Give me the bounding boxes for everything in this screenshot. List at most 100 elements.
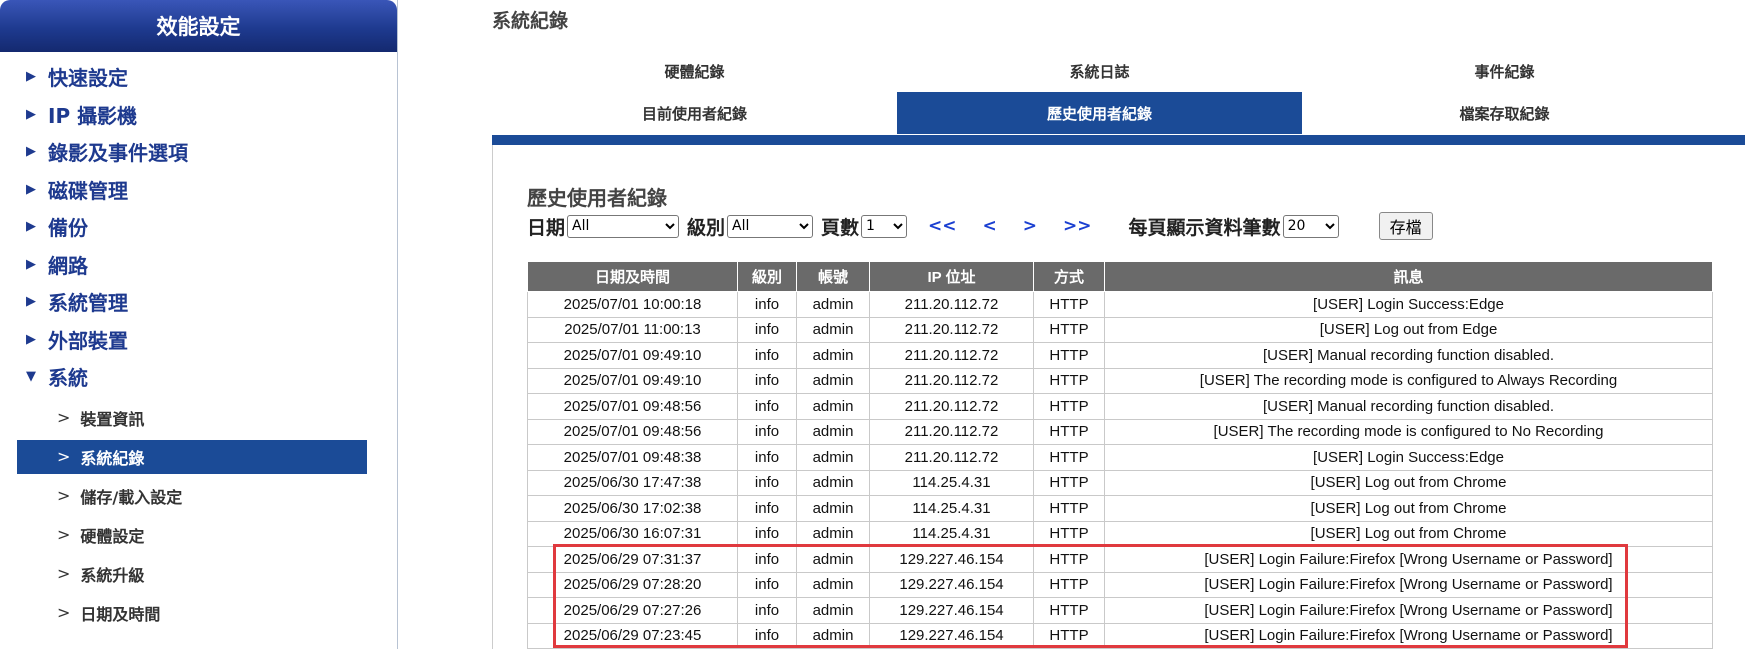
sidebar-item-backup[interactable]: ▶ 備份 bbox=[0, 208, 397, 246]
column-header-method: 方式 bbox=[1033, 261, 1105, 292]
first-page-link[interactable]: << bbox=[928, 216, 957, 236]
cell-level: info bbox=[737, 469, 797, 496]
prev-page-link[interactable]: < bbox=[983, 216, 997, 236]
cell-datetime: 2025/06/29 07:27:26 bbox=[527, 597, 738, 624]
sidebar-menu: ▶ 快速設定 ▶ IP 攝影機 ▶ 錄影及事件選項 ▶ 磁碟管理 ▶ 備份 ▶ 網路 ▶ 系統… bbox=[0, 58, 397, 396]
cell-message: [USER] Login Failure:Firefox [Wrong User… bbox=[1104, 571, 1713, 598]
table-row: 2025/06/29 07:31:37 info admin 129.227.46.1… bbox=[527, 546, 1713, 573]
sidebar-subitem-label: 裝置資訊 bbox=[80, 409, 145, 429]
cell-method: HTTP bbox=[1033, 291, 1105, 318]
cell-datetime: 2025/06/29 07:31:37 bbox=[527, 546, 738, 573]
page-select[interactable]: 1 bbox=[861, 214, 908, 238]
sidebar-subitem-label: 系統紀錄 bbox=[80, 448, 145, 468]
sidebar-item-label: 系統管理 bbox=[48, 291, 128, 316]
per-page-label: 每頁顯示資料筆數 bbox=[1128, 216, 1281, 239]
sidebar-subitem-label: 日期及時間 bbox=[80, 604, 161, 624]
sidebar-submenu: > 裝置資訊 > 系統紀錄 > 儲存/載入設定 > 硬體設定 > 系統升級 > 日期及時間 bbox=[0, 401, 397, 630]
cell-ip: 211.20.112.72 bbox=[869, 393, 1034, 420]
cell-message: [USER] Login Success:Edge bbox=[1104, 291, 1713, 318]
cell-ip: 211.20.112.72 bbox=[869, 316, 1034, 343]
cell-ip: 129.227.46.154 bbox=[869, 571, 1034, 598]
cell-account: admin bbox=[796, 520, 870, 547]
sidebar-item-label: IP 攝影機 bbox=[48, 103, 138, 128]
sidebar-subitem-system-upgrade[interactable]: > 系統升級 bbox=[17, 557, 367, 591]
table-row: 2025/06/30 16:07:31 info admin 114.25.4.31 H… bbox=[527, 520, 1713, 547]
tab-hardware-log[interactable]: 硬體紀錄 bbox=[492, 50, 897, 92]
cell-account: admin bbox=[796, 571, 870, 598]
table-row: 2025/07/01 09:48:56 info admin 211.20.112.7… bbox=[527, 418, 1713, 445]
tab-current-user-log[interactable]: 目前使用者紀錄 bbox=[492, 92, 897, 134]
sidebar-subitem-date-time[interactable]: > 日期及時間 bbox=[17, 596, 367, 630]
cell-level: info bbox=[737, 597, 797, 624]
cell-datetime: 2025/07/01 09:48:56 bbox=[527, 418, 738, 445]
table-row: 2025/06/30 17:02:38 info admin 114.25.4.31 H… bbox=[527, 495, 1713, 522]
sidebar-subitem-save-load-settings[interactable]: > 儲存/載入設定 bbox=[17, 479, 367, 513]
filter-controls: 日期 All 級別 All 頁數 1 << < > >> 每頁顯示資料筆數 20… bbox=[527, 212, 1433, 240]
sidebar-item-disk-management[interactable]: ▶ 磁碟管理 bbox=[0, 171, 397, 209]
cell-ip: 211.20.112.72 bbox=[869, 342, 1034, 369]
sidebar-subitem-hardware-settings[interactable]: > 硬體設定 bbox=[17, 518, 367, 552]
cell-ip: 211.20.112.72 bbox=[869, 291, 1034, 318]
cell-account: admin bbox=[796, 367, 870, 394]
cell-ip: 129.227.46.154 bbox=[869, 622, 1034, 649]
cell-message: [USER] Log out from Chrome bbox=[1104, 520, 1713, 547]
cell-method: HTTP bbox=[1033, 418, 1105, 445]
cell-datetime: 2025/06/29 07:23:45 bbox=[527, 622, 738, 649]
tab-history-user-log[interactable]: 歷史使用者紀錄 bbox=[897, 92, 1302, 134]
triangle-down-icon: ▼ bbox=[26, 369, 36, 385]
cell-account: admin bbox=[796, 469, 870, 496]
sidebar-item-external-devices[interactable]: ▶ 外部裝置 bbox=[0, 321, 397, 359]
cell-level: info bbox=[737, 316, 797, 343]
sidebar-item-ip-camera[interactable]: ▶ IP 攝影機 bbox=[0, 96, 397, 134]
table-row: 2025/06/29 07:28:20 info admin 129.227.46.1… bbox=[527, 571, 1713, 598]
cell-account: admin bbox=[796, 622, 870, 649]
cell-ip: 129.227.46.154 bbox=[869, 597, 1034, 624]
cell-method: HTTP bbox=[1033, 367, 1105, 394]
cell-account: admin bbox=[796, 546, 870, 573]
cell-datetime: 2025/07/01 09:49:10 bbox=[527, 367, 738, 394]
tab-file-access-log[interactable]: 檔案存取紀錄 bbox=[1302, 92, 1707, 134]
triangle-right-icon: ▶ bbox=[26, 219, 36, 235]
column-header-level: 級別 bbox=[737, 261, 797, 292]
tab-event-log[interactable]: 事件紀錄 bbox=[1302, 50, 1707, 92]
cell-method: HTTP bbox=[1033, 469, 1105, 496]
level-filter-select[interactable]: All bbox=[727, 214, 814, 238]
next-page-link[interactable]: > bbox=[1023, 216, 1037, 236]
sidebar-item-label: 備份 bbox=[48, 216, 88, 241]
level-filter-label: 級別 bbox=[687, 216, 726, 239]
sidebar: 效能設定 ▶ 快速設定 ▶ IP 攝影機 ▶ 錄影及事件選項 ▶ 磁碟管理 ▶ 備份 ▶ 網… bbox=[0, 0, 398, 649]
cell-ip: 211.20.112.72 bbox=[869, 444, 1034, 471]
table-body: 2025/07/01 10:00:18 info admin 211.20.112.7… bbox=[527, 291, 1713, 649]
last-page-link[interactable]: >> bbox=[1063, 216, 1092, 236]
sidebar-subitem-label: 硬體設定 bbox=[80, 526, 145, 546]
cell-ip: 114.25.4.31 bbox=[869, 495, 1034, 522]
sidebar-subitem-device-info[interactable]: > 裝置資訊 bbox=[17, 401, 367, 435]
sidebar-item-network[interactable]: ▶ 網路 bbox=[0, 246, 397, 284]
per-page-select[interactable]: 20 bbox=[1282, 214, 1339, 238]
page-label: 頁數 bbox=[821, 216, 860, 239]
cell-message: [USER] Log out from Edge bbox=[1104, 316, 1713, 343]
cell-message: [USER] Log out from Chrome bbox=[1104, 495, 1713, 522]
cell-method: HTTP bbox=[1033, 520, 1105, 547]
sidebar-item-quick-setup[interactable]: ▶ 快速設定 bbox=[0, 58, 397, 96]
cell-method: HTTP bbox=[1033, 571, 1105, 598]
cell-message: [USER] Log out from Chrome bbox=[1104, 469, 1713, 496]
cell-method: HTTP bbox=[1033, 495, 1105, 522]
cell-level: info bbox=[737, 367, 797, 394]
cell-message: [USER] Manual recording function disable… bbox=[1104, 342, 1713, 369]
save-button[interactable]: 存檔 bbox=[1378, 212, 1433, 240]
table-row: 2025/07/01 11:00:13 info admin 211.20.112.7… bbox=[527, 316, 1713, 343]
sidebar-item-label: 錄影及事件選項 bbox=[48, 141, 188, 166]
cell-message: [USER] The recording mode is configured … bbox=[1104, 367, 1713, 394]
cell-account: admin bbox=[796, 393, 870, 420]
chevron-right-icon: > bbox=[57, 603, 71, 622]
sidebar-item-system-management[interactable]: ▶ 系統管理 bbox=[0, 283, 397, 321]
tab-system-journal[interactable]: 系統日誌 bbox=[897, 50, 1302, 92]
sidebar-item-label: 外部裝置 bbox=[48, 328, 128, 353]
triangle-right-icon: ▶ bbox=[26, 144, 36, 160]
table-row: 2025/06/29 07:23:45 info admin 129.227.46.1… bbox=[527, 622, 1713, 649]
sidebar-item-recording-events[interactable]: ▶ 錄影及事件選項 bbox=[0, 133, 397, 171]
sidebar-subitem-system-log[interactable]: > 系統紀錄 bbox=[17, 439, 367, 474]
sidebar-item-system[interactable]: ▼ 系統 bbox=[0, 358, 397, 396]
date-filter-select[interactable]: All bbox=[567, 214, 680, 238]
